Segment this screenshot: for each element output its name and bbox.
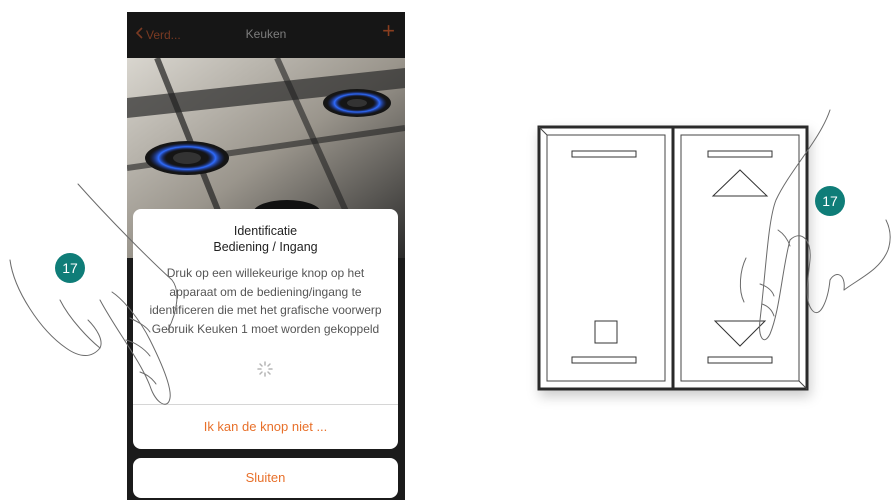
page-title: Keuken [245, 27, 287, 41]
close-button[interactable]: Sluiten [133, 458, 398, 498]
loading-spinner-icon [257, 361, 273, 377]
nav-bar: Verd... Keuken + [127, 12, 405, 58]
step-badge: 17 [815, 186, 845, 216]
hand-pointer-icon [739, 109, 891, 341]
plus-icon[interactable]: + [382, 20, 395, 42]
hand-pointer-icon [9, 183, 178, 405]
step-badge: 17 [55, 253, 85, 283]
